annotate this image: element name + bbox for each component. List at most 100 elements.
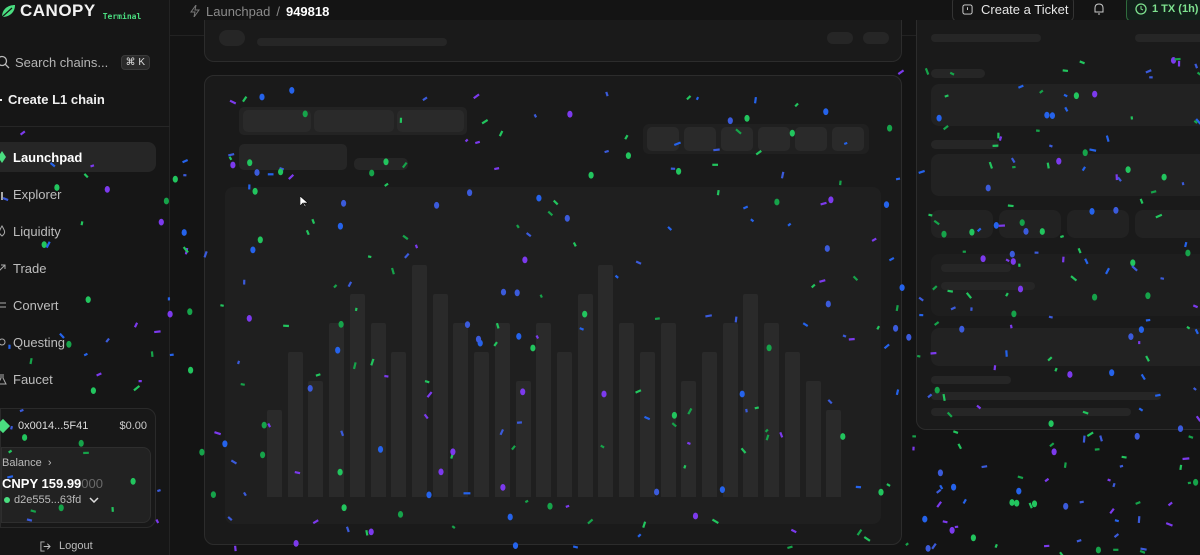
loading-skeleton (827, 32, 853, 44)
mouse-cursor-icon (300, 196, 308, 208)
chart-bar (453, 323, 469, 497)
chart-bar (598, 265, 614, 497)
droplet-icon (0, 225, 6, 237)
confetti-piece (184, 247, 189, 255)
confetti-piece (912, 446, 915, 451)
wallet-card[interactable]: 0x0014...5F41 $0.00 Balance › CNPY 159.9… (0, 408, 156, 528)
loading-skeleton (758, 127, 790, 151)
loading-skeleton (1067, 210, 1129, 238)
confetti-piece (925, 545, 931, 552)
confetti-piece (1139, 549, 1146, 554)
sidebar-item-liquidity[interactable]: Liquidity (0, 216, 156, 246)
chart-bar (391, 352, 407, 497)
confetti-piece (957, 443, 962, 450)
sidebar-item-explorer[interactable]: Explorer (0, 179, 156, 209)
target-icon (0, 338, 6, 346)
chart-bar (432, 294, 448, 497)
loading-skeleton (795, 127, 827, 151)
confetti-piece (1114, 519, 1120, 523)
wallet-amount: $0.00 (119, 420, 147, 432)
confetti-piece (970, 534, 977, 542)
confetti-piece (1137, 516, 1141, 523)
confetti-piece (1044, 477, 1050, 483)
chart-bar (412, 265, 427, 497)
sidebar-item-launchpad[interactable]: Launchpad (0, 142, 156, 172)
chart-bar (722, 323, 738, 497)
swap-icon (0, 302, 6, 308)
brand-sub: Terminal (102, 11, 142, 21)
confetti-piece (182, 158, 189, 164)
chart-bar (287, 352, 303, 497)
confetti-piece (188, 366, 194, 374)
confetti-piece (1082, 435, 1086, 443)
loading-skeleton (931, 210, 993, 238)
confetti-piece (1099, 435, 1103, 442)
loading-skeleton (219, 30, 245, 46)
search-chains[interactable]: Search chains... ⌘ K (0, 50, 150, 74)
breadcrumb-separator: / (276, 3, 280, 19)
balance-label-row: Balance › (2, 457, 150, 469)
create-ticket-label: Create a Ticket (981, 1, 1069, 17)
chart-bar (308, 381, 324, 497)
brand-name: CANOPY (20, 1, 96, 20)
confetti-piece (1016, 487, 1022, 495)
loading-skeleton (931, 34, 1041, 42)
balance-label: Balance (2, 457, 42, 469)
confetti-piece (183, 174, 187, 177)
confetti-piece (962, 498, 967, 505)
confetti-piece (181, 229, 187, 236)
account-selector[interactable]: d2e555...63fd (2, 494, 150, 506)
confetti-piece (931, 542, 937, 550)
confetti-piece (1193, 478, 1199, 486)
chart-bar (764, 323, 780, 497)
confetti-piece (936, 488, 942, 494)
chevron-down-icon (89, 497, 99, 503)
confetti-piece (1017, 475, 1024, 480)
balance-box[interactable]: Balance › CNPY 159.99000 d2e555...63fd (1, 447, 151, 523)
confetti-piece (187, 308, 193, 316)
confetti-piece (905, 542, 909, 546)
sidebar-nav: Launchpad Explorer Liquidity Trade Conve… (0, 142, 156, 401)
chart-bar (329, 323, 345, 497)
loading-skeleton (647, 127, 679, 151)
wallet-address: 0x0014...5F41 (18, 420, 89, 432)
confetti-piece (1134, 432, 1140, 440)
leaf-logo-icon (1, 5, 15, 18)
bolt-icon (190, 5, 200, 17)
logout-button[interactable]: Logout (40, 540, 93, 552)
chart-bar (557, 352, 572, 497)
create-l1-button[interactable]: Create L1 chain (0, 92, 105, 107)
chart-icon (1, 192, 3, 200)
chart-bar (349, 294, 365, 497)
tx-counter-label: 1 TX (1h) (1152, 3, 1199, 15)
loading-skeleton (941, 264, 1011, 272)
sidebar-item-faucet[interactable]: Faucet (0, 364, 156, 394)
confetti-piece (897, 69, 905, 75)
chart-bar (577, 294, 593, 497)
sidebar-item-trade[interactable]: Trade (0, 253, 156, 283)
confetti-piece (1182, 457, 1190, 461)
sidebar-item-convert[interactable]: Convert (0, 290, 156, 320)
sidebar-item-questing[interactable]: Questing (0, 327, 156, 357)
app-logo[interactable]: CANOPY Terminal (0, 0, 141, 22)
chart-bar (619, 323, 635, 497)
bell-icon[interactable] (1092, 2, 1106, 16)
loading-skeleton (931, 69, 985, 78)
confetti-piece (1109, 508, 1115, 515)
confetti-piece (1031, 500, 1038, 508)
sidebar-item-label: Questing (13, 334, 66, 350)
balance-int: 159.99 (41, 476, 82, 491)
loading-skeleton (999, 210, 1061, 238)
rocket-icon (0, 151, 6, 163)
breadcrumb: Launchpad / 949818 (190, 0, 329, 22)
breadcrumb-root[interactable]: Launchpad (206, 4, 270, 19)
clock-icon (1135, 3, 1147, 15)
confetti-piece (954, 525, 959, 529)
chart-bar (639, 352, 655, 497)
create-ticket-button[interactable]: Create a Ticket (952, 0, 1074, 22)
tx-counter-button[interactable]: 1 TX (1h) (1126, 0, 1200, 22)
confetti-piece (1009, 499, 1015, 506)
confetti-piece (1113, 533, 1120, 538)
confetti-piece (1086, 431, 1094, 438)
confetti-piece (1187, 481, 1192, 485)
